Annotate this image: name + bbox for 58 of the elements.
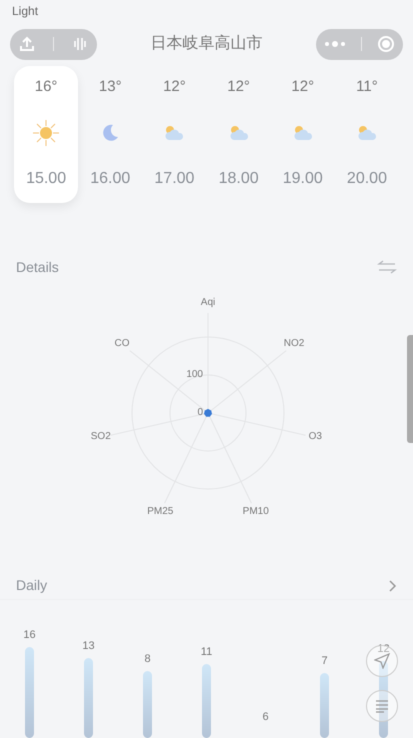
- cloud-sun-icon: [356, 124, 378, 142]
- chevron-right-icon[interactable]: [389, 580, 397, 592]
- cloud-sun-icon: [163, 124, 186, 142]
- hour-card[interactable]: 11° 20.00: [334, 66, 400, 203]
- hour-temp: 16°: [34, 77, 58, 97]
- axis-label: CO: [114, 339, 130, 350]
- list-button[interactable]: [366, 690, 398, 722]
- high-temp-label: 11: [200, 646, 212, 658]
- locate-button[interactable]: [366, 645, 398, 677]
- cloud-sun-icon: [228, 124, 250, 142]
- navigation-arrow-icon: [374, 653, 390, 669]
- hour-temp: 13°: [98, 77, 122, 97]
- high-temp-label: 13: [82, 641, 95, 652]
- axis-label: PM10: [242, 507, 269, 518]
- hour-time: 17.00: [154, 169, 194, 189]
- hour-time: 20.00: [346, 169, 387, 189]
- section-title: Details: [16, 258, 59, 276]
- high-temp-label: 8: [144, 654, 151, 666]
- axis-label: Aqi: [200, 298, 216, 308]
- hour-time: 18.00: [218, 169, 259, 189]
- tick-label: 0: [197, 408, 203, 418]
- city-title: 日本岐阜高山市: [150, 34, 262, 54]
- hour-temp: 12°: [227, 77, 250, 97]
- capsule-menu[interactable]: [316, 28, 403, 60]
- hour-card[interactable]: 12° 18.00: [206, 66, 271, 203]
- scrollbar[interactable]: [407, 335, 413, 443]
- temperature-bar: [143, 671, 152, 738]
- hour-card[interactable]: 16° 15.00: [14, 66, 78, 203]
- hour-temp: 11°: [356, 77, 378, 97]
- sun-icon: [32, 118, 60, 147]
- high-temp-label: 6: [262, 712, 269, 723]
- action-pill[interactable]: [10, 28, 97, 60]
- hour-temp: 12°: [163, 77, 186, 97]
- section-title: Daily: [16, 576, 48, 595]
- axis-label: SO2: [90, 432, 111, 442]
- hour-time: 16.00: [90, 169, 130, 189]
- cloud-sun-icon: [292, 124, 314, 142]
- radar-data-shape: [204, 408, 212, 417]
- temperature-bar: [320, 673, 329, 738]
- hour-card[interactable]: 12° 19.00: [270, 66, 335, 203]
- hour-card[interactable]: 13° 16.00: [78, 66, 142, 203]
- waveform-icon[interactable]: [72, 36, 88, 52]
- hour-temp: 12°: [291, 77, 314, 97]
- more-icon[interactable]: [324, 40, 346, 48]
- share-icon[interactable]: [19, 36, 35, 52]
- axis-label: O3: [308, 432, 322, 442]
- hour-card[interactable]: 12° 17.00: [142, 66, 207, 203]
- hour-time: 19.00: [282, 169, 323, 189]
- axis-label: PM25: [147, 507, 174, 518]
- swap-icon[interactable]: [377, 260, 397, 274]
- high-temp-label: 7: [321, 656, 328, 668]
- tick-label: 100: [186, 370, 203, 380]
- high-temp-label: 16: [23, 630, 36, 642]
- hour-time: 15.00: [26, 169, 66, 189]
- axis-label: NO2: [284, 339, 304, 350]
- moon-icon: [100, 122, 120, 143]
- status-label: Light: [12, 5, 38, 17]
- list-icon: [375, 699, 389, 713]
